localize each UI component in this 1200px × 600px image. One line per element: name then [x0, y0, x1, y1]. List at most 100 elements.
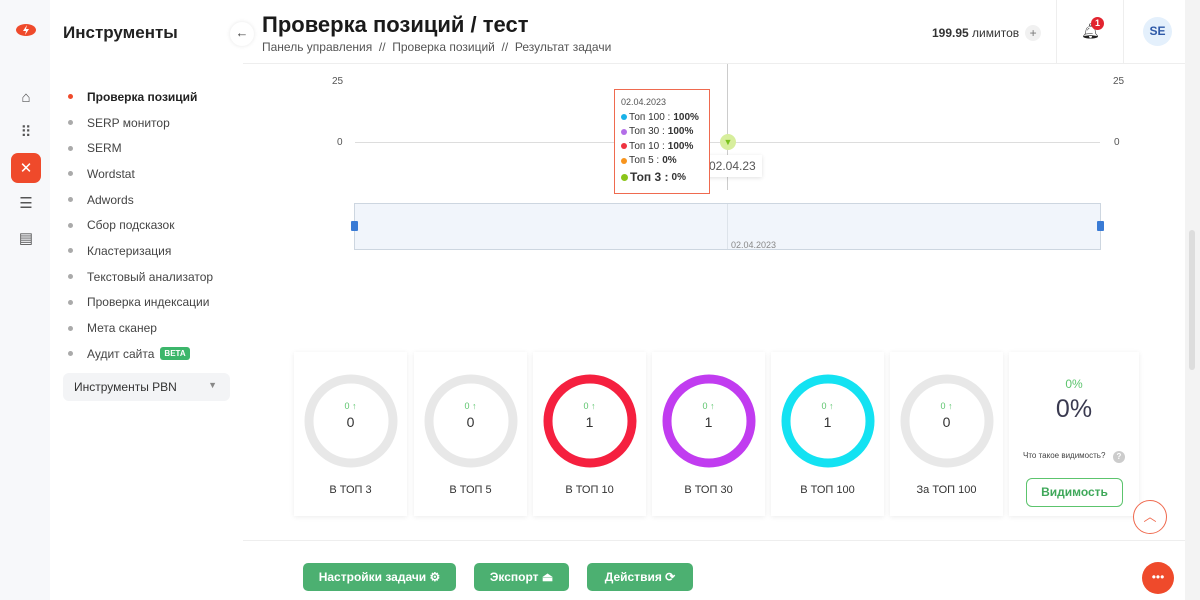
series-value: 100%	[673, 111, 699, 123]
breadcrumb[interactable]: Панель управления // Проверка позиций //…	[262, 40, 611, 54]
series-value: 0%	[671, 171, 686, 183]
visibility-button[interactable]: Видимость	[1026, 478, 1123, 507]
page-title: Проверка позиций / тест	[262, 12, 529, 37]
report-icon[interactable]: ▤	[11, 223, 41, 253]
top-card: 0 ↑ 0 За ТОП 100	[890, 352, 1003, 516]
nav-item-serm[interactable]: SERM	[68, 135, 213, 161]
top-card: 0 ↑ 1 В ТОП 10	[533, 352, 646, 516]
navigator-right-handle[interactable]	[1097, 221, 1104, 231]
card-label: В ТОП 100	[800, 484, 855, 496]
nav-item-index-check[interactable]: Проверка индексации	[68, 290, 213, 316]
card-value: 0	[942, 414, 951, 430]
icon-rail: ⌂ ⠿ ✕ ☰ ▤	[0, 0, 50, 600]
card-value: 0	[346, 414, 355, 430]
nav-item-serp-monitor[interactable]: SERP монитор	[68, 110, 213, 136]
nav-item-wordstat[interactable]: Wordstat	[68, 161, 213, 187]
export-button[interactable]: Экспорт ⏏	[474, 563, 569, 591]
list-icon[interactable]: ☰	[11, 188, 41, 218]
series-name: Топ 3	[630, 170, 662, 184]
sidebar-title: Инструменты	[63, 23, 178, 42]
nav-item-clustering[interactable]: Кластеризация	[68, 238, 213, 264]
top-card: 0 ↑ 1 В ТОП 30	[652, 352, 765, 516]
tools-icon[interactable]: ✕	[11, 153, 41, 183]
limits: 199.95 лимитов +	[932, 25, 1042, 41]
tooltip-row: Топ 5 :0%	[621, 154, 703, 169]
home-icon[interactable]: ⌂	[11, 82, 41, 112]
beta-badge: BETA	[160, 347, 190, 361]
series-value: 100%	[667, 126, 694, 138]
y-tick-label: 0	[337, 137, 343, 148]
card-value: 0	[466, 414, 475, 430]
card-label: В ТОП 30	[684, 484, 733, 496]
card-label: За ТОП 100	[916, 484, 977, 496]
card-label: В ТОП 5	[449, 484, 492, 496]
top-card: 0 ↑ 1 В ТОП 100	[771, 352, 884, 516]
y-tick-label: 25	[332, 76, 344, 87]
card-delta: 0 ↑	[344, 401, 357, 411]
card-value: 1	[704, 414, 713, 430]
task-settings-button[interactable]: Настройки задачи ⚙	[303, 563, 456, 591]
series-dot	[621, 128, 627, 135]
top-card: 0 ↑ 0 В ТОП 3	[294, 352, 407, 516]
chat-button[interactable]: •••	[1142, 562, 1174, 594]
chevron-down-icon: ▼	[208, 380, 217, 390]
navigator-series-line	[727, 204, 728, 249]
collapse-sidebar-button[interactable]: ←	[230, 22, 254, 46]
tooltip-row: Топ 3 :0%	[621, 168, 703, 186]
card-delta: 0 ↑	[940, 401, 953, 411]
help-icon[interactable]: ?	[1113, 451, 1125, 463]
visibility-value: 0%	[1055, 395, 1093, 423]
card-label: В ТОП 3	[329, 484, 372, 496]
tools-nav: Проверка позиций SERP монитор SERM Words…	[68, 84, 213, 367]
dashboard-grid-icon[interactable]: ⠿	[11, 117, 41, 147]
visibility-delta: 0%	[1065, 377, 1083, 391]
top-card: 0 ↑ 0 В ТОП 5	[414, 352, 527, 516]
limits-label: лимитов	[972, 26, 1020, 40]
navigator-left-handle[interactable]	[351, 221, 358, 231]
series-name: Топ 100	[629, 111, 665, 123]
visibility-card: 0% 0% Что такое видимость? ? Видимость	[1009, 352, 1139, 516]
logo-icon	[16, 24, 36, 36]
pbn-tools-dropdown[interactable]: Инструменты PBN ▼	[63, 373, 230, 401]
series-value: 0%	[662, 155, 677, 167]
divider	[1123, 0, 1124, 64]
tooltip-row: Топ 30 :100%	[621, 125, 703, 140]
scroll-to-top-button[interactable]: ︿	[1133, 500, 1167, 534]
scrollbar-thumb[interactable]	[1189, 230, 1195, 370]
card-delta: 0 ↑	[583, 401, 596, 411]
divider	[243, 540, 1185, 541]
card-delta: 0 ↑	[464, 401, 477, 411]
series-dot	[621, 173, 628, 181]
nav-item-text-analyzer[interactable]: Текстовый анализатор	[68, 264, 213, 290]
nav-item-meta-scanner[interactable]: Мета сканер	[68, 315, 213, 341]
nav-item-adwords[interactable]: Adwords	[68, 187, 213, 213]
nav-item-suggestions[interactable]: Сбор подсказок	[68, 212, 213, 238]
series-name: Топ 5	[629, 155, 654, 167]
card-value: 1	[585, 414, 594, 430]
crosshair-label: 02.04.23	[703, 155, 762, 177]
nav-item-site-audit[interactable]: Аудит сайта BETA	[68, 341, 213, 367]
card-delta: 0 ↑	[702, 401, 715, 411]
card-delta: 0 ↑	[821, 401, 834, 411]
divider	[1056, 0, 1057, 64]
actions-button[interactable]: Действия ⟳	[587, 563, 693, 591]
pbn-label: Инструменты PBN	[74, 380, 177, 394]
add-limits-button[interactable]: +	[1025, 25, 1042, 41]
scrollbar[interactable]	[1185, 0, 1200, 600]
tooltip-date: 02.04.2023	[621, 97, 667, 107]
series-dot	[621, 157, 627, 164]
navigator-date-label: 02.04.2023	[731, 240, 777, 250]
chart-tooltip: 02.04.2023 Топ 100 :100% Топ 30 :100% То…	[614, 89, 710, 194]
series-dot	[621, 114, 627, 121]
visibility-question[interactable]: Что такое видимость?	[1023, 451, 1105, 460]
tooltip-row: Топ 100 :100%	[621, 110, 703, 125]
nav-item-label: Аудит сайта	[87, 346, 155, 361]
series-name: Топ 30	[629, 126, 660, 138]
series-name: Топ 10	[629, 140, 660, 152]
chart-navigator[interactable]: 02.04.2023	[351, 203, 1104, 250]
card-value: 1	[823, 414, 832, 430]
nav-item-position-check[interactable]: Проверка позиций	[68, 84, 213, 110]
data-point-marker[interactable]: ▼	[720, 134, 736, 150]
avatar[interactable]: SE	[1143, 17, 1172, 46]
notification-badge: 1	[1091, 17, 1104, 30]
